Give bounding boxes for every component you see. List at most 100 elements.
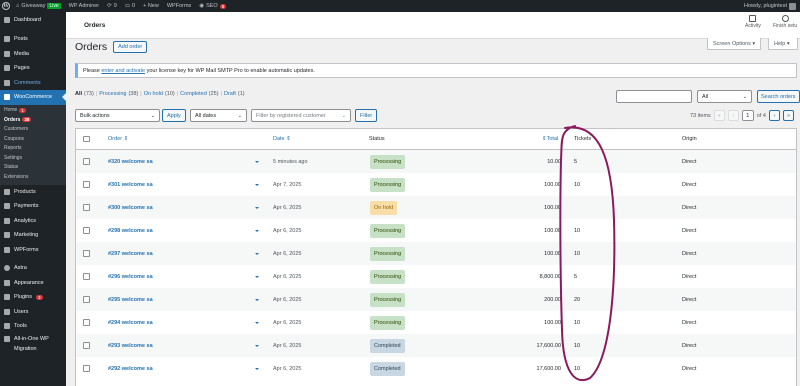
apply-button[interactable]: Apply [162,109,186,122]
help-button[interactable]: Help ▾ [768,38,798,50]
sidebar-item-media[interactable]: Media [0,47,66,62]
order-preview-icon[interactable] [255,367,259,370]
order-link[interactable]: #294 welcome sa [108,320,153,326]
table-row[interactable]: #292 welcome sa Apr 6, 2025 Completed 17,60… [76,357,796,380]
customer-filter-select[interactable]: Filter by registered customer ⌄ [251,109,351,122]
enter-activate-link[interactable]: enter and activate [101,68,145,74]
column-order[interactable]: Order ⇕ [108,136,128,142]
filter-processing[interactable]: Processing [99,91,126,97]
search-orders-button[interactable]: Search orders [757,90,800,103]
order-link[interactable]: #296 welcome sa [108,274,153,280]
sidebar-item-products[interactable]: Products [0,185,66,200]
sidebar-item-marketing[interactable]: Marketing [0,228,66,243]
order-preview-icon[interactable] [255,252,259,255]
search-input[interactable] [616,90,692,103]
submenu-item-settings[interactable]: Settings [0,153,66,163]
sidebar-item-pages[interactable]: Pages [0,61,66,76]
order-link[interactable]: #292 welcome sa [108,366,153,372]
submenu-item-customers[interactable]: Customers [0,125,66,135]
column-date[interactable]: Date ⇕ [273,136,291,142]
row-checkbox[interactable] [83,250,90,257]
new-content-link[interactable]: + New [139,0,163,12]
sidebar-item-astra[interactable]: Astra [0,261,66,276]
select-all-checkbox[interactable] [83,135,90,143]
row-checkbox[interactable] [83,227,90,234]
finish-setup-button[interactable]: Finish setu [773,15,797,29]
sidebar-item-plugins[interactable]: Plugins 3 [0,290,66,305]
order-link[interactable]: #293 welcome sa [108,343,153,349]
order-link[interactable]: #301 welcome sa [108,182,153,188]
sidebar-item-wpforms[interactable]: WPForms [0,243,66,258]
filter-button[interactable]: Filter [355,109,378,122]
row-checkbox[interactable] [83,273,90,280]
order-link[interactable]: #297 welcome sa [108,251,153,257]
table-row[interactable]: #293 welcome sa Apr 6, 2025 Completed 17,60… [76,334,796,357]
table-row[interactable]: #301 welcome sa Apr 7, 2025 Processing 100.… [76,173,796,196]
sidebar-item-appearance[interactable]: Appearance [0,276,66,291]
bulk-actions-select[interactable]: Bulk actions ⌄ [75,109,160,122]
last-page-button[interactable]: » [782,110,794,121]
row-checkbox[interactable] [83,296,90,303]
order-link[interactable]: #300 welcome sa [108,205,153,211]
row-checkbox[interactable] [83,204,90,211]
sidebar-item-comments[interactable]: Comments [0,76,66,91]
order-preview-icon[interactable] [255,229,259,232]
row-checkbox[interactable] [83,319,90,326]
sidebar-item-woocommerce[interactable]: WooCommerce [0,90,66,105]
table-row[interactable]: #298 welcome sa Apr 6, 2025 Processing 100.… [76,219,796,242]
submenu-item-orders[interactable]: Orders 38 [0,115,66,125]
row-checkbox[interactable] [83,158,90,165]
wordpress-logo-icon[interactable]: W [0,0,12,12]
submenu-item-home[interactable]: Home 1 [0,106,66,116]
comments-link[interactable]: ▭ 0 [121,0,139,12]
updates-link[interactable]: ⟳ 9 [103,0,121,12]
wp-adminer-link[interactable]: WP Adminer [65,0,103,12]
row-checkbox[interactable] [83,365,90,372]
account-menu[interactable]: Howdy, plugintest [740,0,800,12]
order-preview-icon[interactable] [255,275,259,278]
sidebar-item-dashboard[interactable]: Dashboard [0,12,66,28]
table-row[interactable]: #295 welcome sa Apr 6, 2025 Processing 200.… [76,288,796,311]
order-link[interactable]: #320 welcome sa [108,159,153,165]
screen-options-button[interactable]: Screen Options ▾ [707,38,762,50]
seo-link[interactable]: ◉ SEO 6 [195,0,230,12]
order-link[interactable]: #295 welcome sa [108,297,153,303]
status-select[interactable]: All ⌄ [697,90,752,103]
submenu-item-status[interactable]: Status [0,163,66,173]
current-page-input[interactable]: 1 [741,110,754,121]
sidebar-item-all-in-one-wp-migration[interactable]: All-in-One WP [0,334,66,344]
activity-button[interactable]: Activity [745,15,761,29]
filter-completed[interactable]: Completed [180,91,207,97]
order-preview-icon[interactable] [255,321,259,324]
sidebar-item-tools[interactable]: Tools [0,319,66,334]
sidebar-item-analytics[interactable]: Analytics [0,214,66,229]
table-row[interactable]: #296 welcome sa Apr 6, 2025 Processing 8,80… [76,265,796,288]
sidebar-item-posts[interactable]: Posts [0,32,66,47]
row-checkbox[interactable] [83,181,90,188]
order-preview-icon[interactable] [255,206,259,209]
row-checkbox[interactable] [83,342,90,349]
submenu-item-extensions[interactable]: Extensions [0,172,66,182]
add-order-button[interactable]: Add order [113,41,148,53]
order-preview-icon[interactable] [255,183,259,186]
site-name-link[interactable]: ⌂ Giveaway Live [12,0,65,12]
order-link[interactable]: #298 welcome sa [108,228,153,234]
table-row[interactable]: #297 welcome sa Apr 6, 2025 Processing 100.… [76,242,796,265]
filter-all[interactable]: All [75,91,82,97]
table-row[interactable]: #294 welcome sa Apr 6, 2025 Processing 100.… [76,311,796,334]
order-preview-icon[interactable] [255,298,259,301]
dates-select[interactable]: All dates ⌄ [190,109,247,122]
order-preview-icon[interactable] [255,160,259,163]
sidebar-item-users[interactable]: Users [0,305,66,320]
order-preview-icon[interactable] [255,344,259,347]
filter-on-hold[interactable]: On hold [144,91,163,97]
next-page-button[interactable]: › [768,110,780,121]
wpforms-link[interactable]: WPForms [163,0,195,12]
submenu-item-coupons[interactable]: Coupons [0,134,66,144]
submenu-item-reports[interactable]: Reports [0,144,66,154]
table-row[interactable]: #300 welcome sa Apr 6, 2025 On hold 100.00 D… [76,196,796,219]
table-row[interactable]: #320 welcome sa 5 minutes ago Processing 10… [76,150,796,173]
sidebar-item-payments[interactable]: Payments [0,199,66,214]
filter-draft[interactable]: Draft [224,91,236,97]
column-total[interactable]: ⇕Total [542,136,558,142]
